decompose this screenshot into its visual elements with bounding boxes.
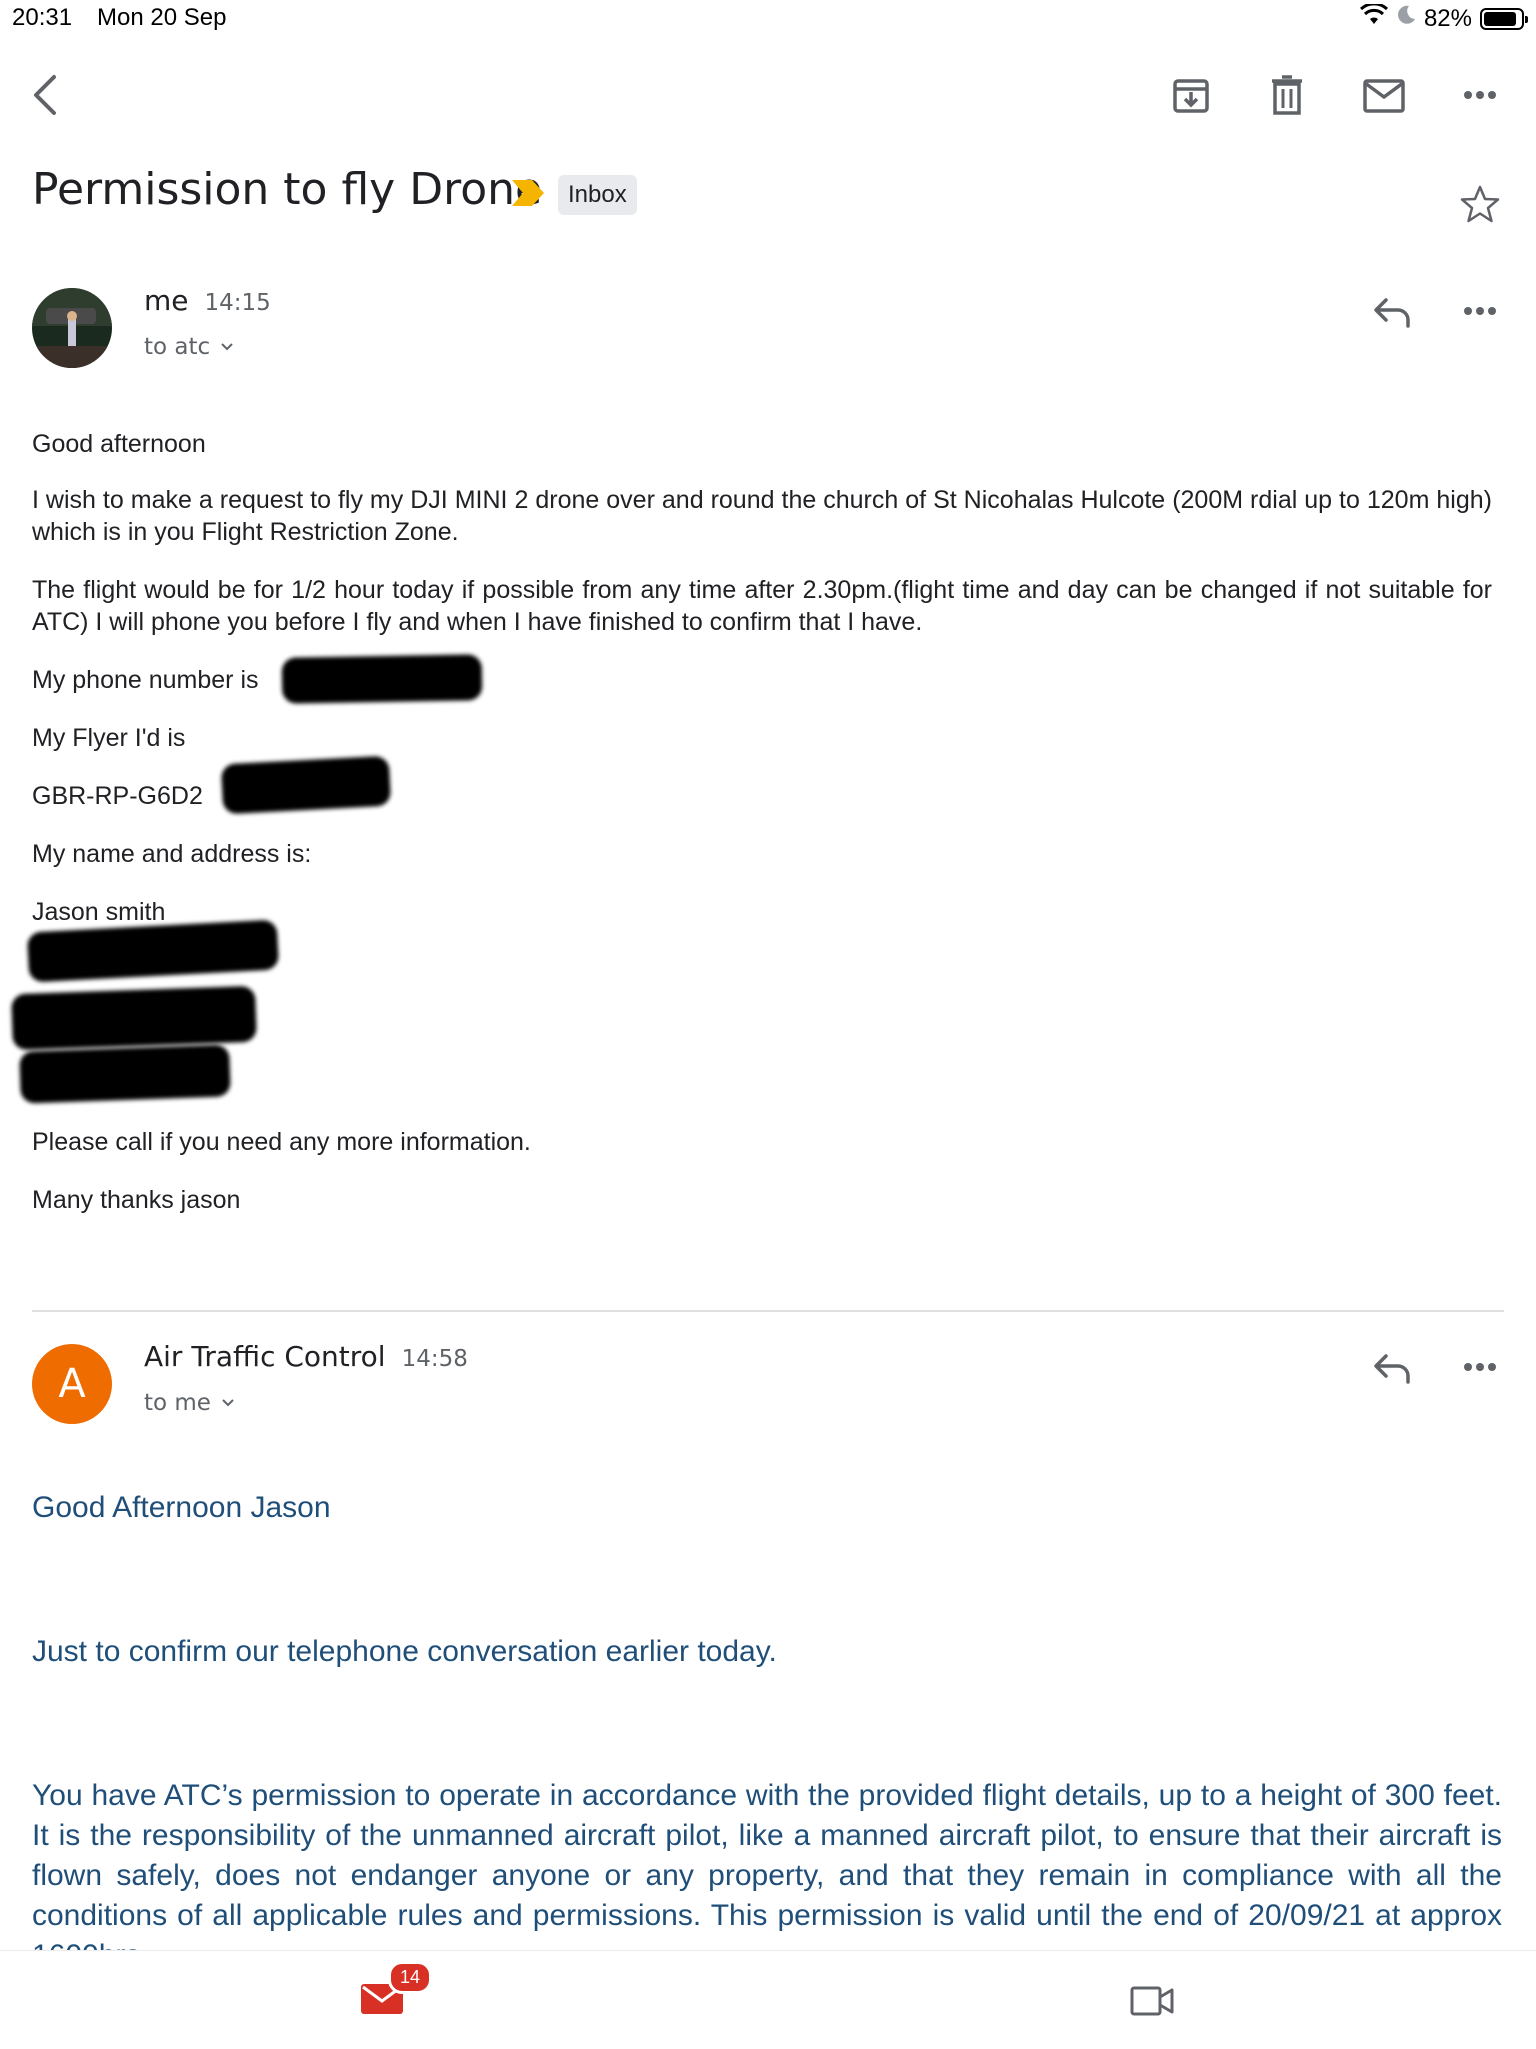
recipient-text: to me [144, 1390, 211, 1416]
email-subject: Permission to fly Drone [32, 164, 543, 215]
redaction [281, 654, 483, 704]
redaction [19, 1044, 231, 1104]
body-line: Just to confirm our telephone conversati… [32, 1635, 777, 1668]
avatar[interactable]: A [32, 1344, 112, 1424]
message-time: 14:58 [401, 1346, 468, 1372]
star-icon[interactable] [1458, 182, 1502, 226]
archive-icon[interactable] [1170, 74, 1212, 116]
message-divider [32, 1310, 1504, 1312]
chevron-down-icon [221, 343, 233, 351]
mark-unread-icon[interactable] [1362, 76, 1406, 116]
recipient-text: to atc [144, 334, 211, 360]
message-header: me 14:15 [144, 284, 271, 317]
status-indicators: 82% [1359, 2, 1528, 33]
avatar[interactable] [32, 288, 112, 368]
message-more-icon[interactable] [1460, 296, 1500, 326]
chevron-down-icon [222, 1399, 234, 1407]
body-line: Good Afternoon Jason [32, 1491, 331, 1524]
battery-percent: 82% [1423, 4, 1472, 32]
avatar-letter: A [58, 1361, 86, 1407]
delete-icon[interactable] [1266, 74, 1308, 116]
inbox-label[interactable]: Inbox [558, 175, 637, 215]
body-line: My Flyer I'd is [32, 724, 186, 752]
battery-icon [1480, 7, 1528, 30]
back-icon[interactable] [24, 70, 64, 120]
redaction [220, 755, 392, 815]
redaction [11, 985, 257, 1051]
wifi-icon [1359, 2, 1388, 33]
do-not-disturb-icon [1396, 4, 1416, 33]
body-line: I wish to make a request to fly my DJI M… [32, 486, 1492, 546]
body-line: Many thanks jason [32, 1186, 241, 1214]
important-marker-icon[interactable] [510, 178, 546, 213]
body-line: You have ATC’s permission to operate in … [32, 1779, 1502, 1972]
recipient-toggle[interactable]: to me [144, 1390, 235, 1416]
body-line: GBR-RP-G6D2 [32, 782, 203, 810]
bottom-nav: 14 [0, 1950, 1536, 2049]
message-time: 14:15 [204, 290, 271, 316]
video-call-icon [1130, 1986, 1174, 2016]
body-line: Good afternoon [32, 430, 206, 458]
sender-name: me [144, 284, 189, 317]
meet-tab[interactable] [1130, 1985, 1174, 2022]
recipient-toggle[interactable]: to atc [144, 334, 234, 360]
body-line: My phone number is [32, 666, 259, 694]
body-line: My name and address is: [32, 840, 312, 868]
message-more-icon[interactable] [1460, 1352, 1500, 1382]
sender-name: Air Traffic Control [144, 1340, 386, 1373]
mail-tab[interactable]: 14 [360, 1961, 433, 2020]
more-icon[interactable] [1460, 80, 1500, 110]
status-time: 20:31 [12, 4, 73, 31]
unread-badge: 14 [388, 1961, 433, 1994]
reply-icon[interactable] [1370, 1348, 1414, 1388]
status-date: Mon 20 Sep [97, 4, 227, 31]
body-line: Please call if you need any more informa… [32, 1128, 531, 1156]
message-header: Air Traffic Control 14:58 [144, 1340, 468, 1373]
redaction [26, 919, 280, 983]
reply-icon[interactable] [1370, 292, 1414, 332]
body-line: The flight would be for 1/2 hour today i… [32, 576, 1492, 636]
